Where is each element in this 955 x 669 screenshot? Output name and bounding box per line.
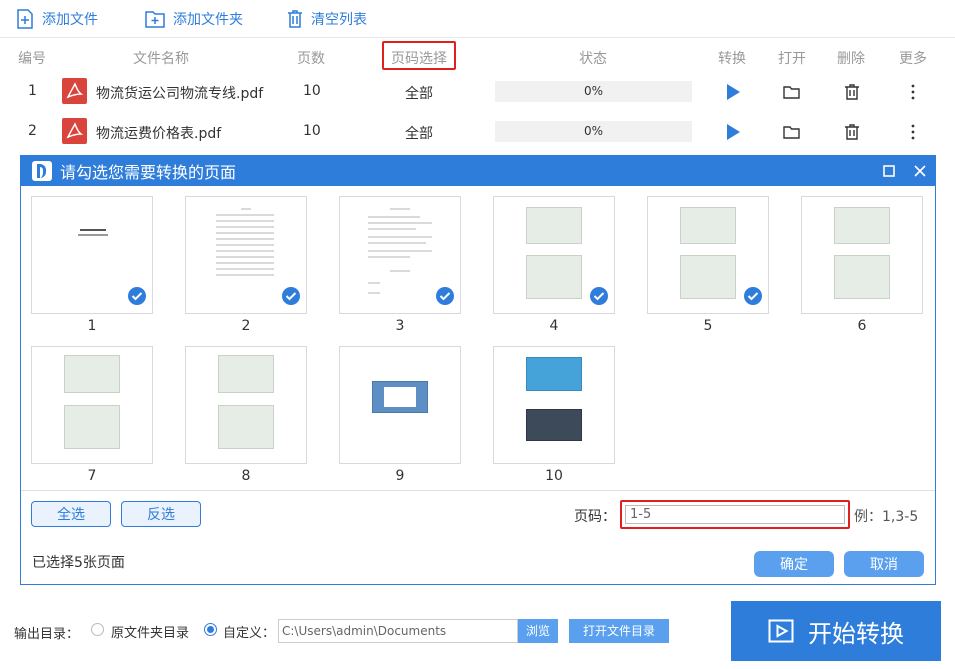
page-count: 10 (303, 123, 321, 139)
page-thumb-4[interactable] (493, 196, 615, 314)
play-icon[interactable] (724, 83, 742, 101)
page-number: 8 (241, 468, 251, 484)
page-select-highlight (382, 41, 456, 70)
file-name: 物流货运公司物流专线.pdf (96, 86, 264, 102)
browse-button[interactable]: 浏览 (518, 619, 558, 643)
trash-icon (288, 10, 302, 28)
start-convert-button[interactable]: 开始转换 (731, 601, 941, 661)
page-number: 10 (545, 468, 563, 484)
progress-bar: 0% (495, 121, 692, 142)
page-thumb-2[interactable] (185, 196, 307, 314)
add-folder-label: 添加文件夹 (173, 12, 243, 28)
check-icon[interactable] (282, 287, 300, 305)
page-range[interactable]: 全部 (405, 83, 433, 103)
col-open: 打开 (778, 51, 806, 67)
page-number: 6 (857, 318, 867, 334)
select-all-button[interactable]: 全选 (31, 501, 111, 527)
page-count: 10 (303, 83, 321, 99)
page-range-label: 页码： (574, 509, 616, 525)
pdf-icon (62, 78, 87, 104)
output-path-field[interactable]: C:\Users\admin\Documents (278, 619, 518, 643)
clear-list-label: 清空列表 (311, 12, 367, 28)
pdf-icon (62, 118, 87, 144)
col-delete: 删除 (837, 51, 865, 67)
page-number: 4 (549, 318, 559, 334)
add-folder-icon (145, 11, 165, 28)
page-number: 2 (241, 318, 251, 334)
page-thumb-1[interactable] (31, 196, 153, 314)
custom-label[interactable]: 自定义： (223, 622, 275, 641)
page-number: 9 (395, 468, 405, 484)
table-row[interactable]: 1 物流货运公司物流专线.pdf 10 全部 0% (0, 72, 955, 112)
col-name: 文件名称 (133, 51, 189, 67)
delete-icon[interactable] (843, 83, 861, 101)
selected-count: 已选择5张页面 (32, 555, 125, 571)
add-file-icon (17, 9, 33, 29)
page-thumb-6[interactable] (801, 196, 923, 314)
page-number: 1 (87, 318, 97, 334)
toolbar: 添加文件 添加文件夹 清空列表 (0, 0, 955, 38)
progress-bar: 0% (495, 81, 692, 102)
col-status: 状态 (579, 51, 607, 67)
col-more: 更多 (899, 51, 927, 67)
row-num: 2 (28, 123, 37, 139)
add-folder-button[interactable]: 添加文件夹 (145, 0, 243, 38)
maximize-icon[interactable] (883, 165, 895, 177)
source-folder-label[interactable]: 原文件夹目录 (111, 622, 189, 641)
play-box-icon (768, 619, 794, 643)
ok-button[interactable]: 确定 (754, 551, 834, 577)
page-thumb-7[interactable] (31, 346, 153, 464)
radio-source-folder[interactable] (91, 623, 104, 636)
output-label: 输出目录： (14, 627, 80, 642)
folder-open-icon[interactable] (783, 83, 801, 101)
clear-list-button[interactable]: 清空列表 (287, 0, 367, 38)
play-icon[interactable] (724, 123, 742, 141)
table-row[interactable]: 2 物流运费价格表.pdf 10 全部 0% (0, 112, 955, 152)
page-number: 3 (395, 318, 405, 334)
page-range[interactable]: 全部 (405, 123, 433, 143)
check-icon[interactable] (744, 287, 762, 305)
col-pages: 页数 (297, 51, 325, 67)
start-convert-label: 开始转换 (808, 619, 904, 648)
page-range-highlight (620, 500, 850, 529)
check-icon[interactable] (436, 287, 454, 305)
add-file-button[interactable]: 添加文件 (16, 0, 98, 38)
add-file-label: 添加文件 (42, 12, 98, 28)
invert-selection-button[interactable]: 反选 (121, 501, 201, 527)
check-icon[interactable] (590, 287, 608, 305)
example-hint: 例：1,3-5 (854, 509, 919, 525)
page-thumb-9[interactable] (339, 346, 461, 464)
page-range-input[interactable] (625, 505, 845, 524)
page-thumb-10[interactable] (493, 346, 615, 464)
page-thumb-5[interactable] (647, 196, 769, 314)
radio-custom[interactable] (204, 623, 217, 636)
output-bar: 输出目录： 原文件夹目录 自定义： C:\Users\admin\Documen… (0, 586, 955, 669)
page-number: 7 (87, 468, 97, 484)
folder-open-icon[interactable] (783, 123, 801, 141)
delete-icon[interactable] (843, 123, 861, 141)
file-name: 物流运费价格表.pdf (96, 126, 222, 142)
table-header: 编号 文件名称 页数 页码选择 状态 转换 打开 删除 更多 (0, 38, 955, 74)
app-logo-icon (32, 161, 52, 181)
row-num: 1 (28, 83, 37, 99)
page-thumb-3[interactable] (339, 196, 461, 314)
cancel-button[interactable]: 取消 (844, 551, 924, 577)
page-select-dialog: 请勾选您需要转换的页面 1 2 3 4 5 6 7 8 9 10 全选 反选 页… (20, 155, 936, 585)
page-number: 5 (703, 318, 713, 334)
dialog-title-bar: 请勾选您需要转换的页面 (21, 156, 935, 186)
page-thumb-8[interactable] (185, 346, 307, 464)
check-icon[interactable] (128, 287, 146, 305)
open-folder-button[interactable]: 打开文件目录 (569, 619, 669, 643)
dialog-title: 请勾选您需要转换的页面 (60, 163, 237, 182)
col-num: 编号 (18, 51, 46, 67)
close-icon[interactable] (913, 164, 927, 178)
more-icon[interactable] (904, 83, 922, 101)
col-convert: 转换 (718, 51, 746, 67)
more-icon[interactable] (904, 123, 922, 141)
divider (21, 490, 935, 491)
